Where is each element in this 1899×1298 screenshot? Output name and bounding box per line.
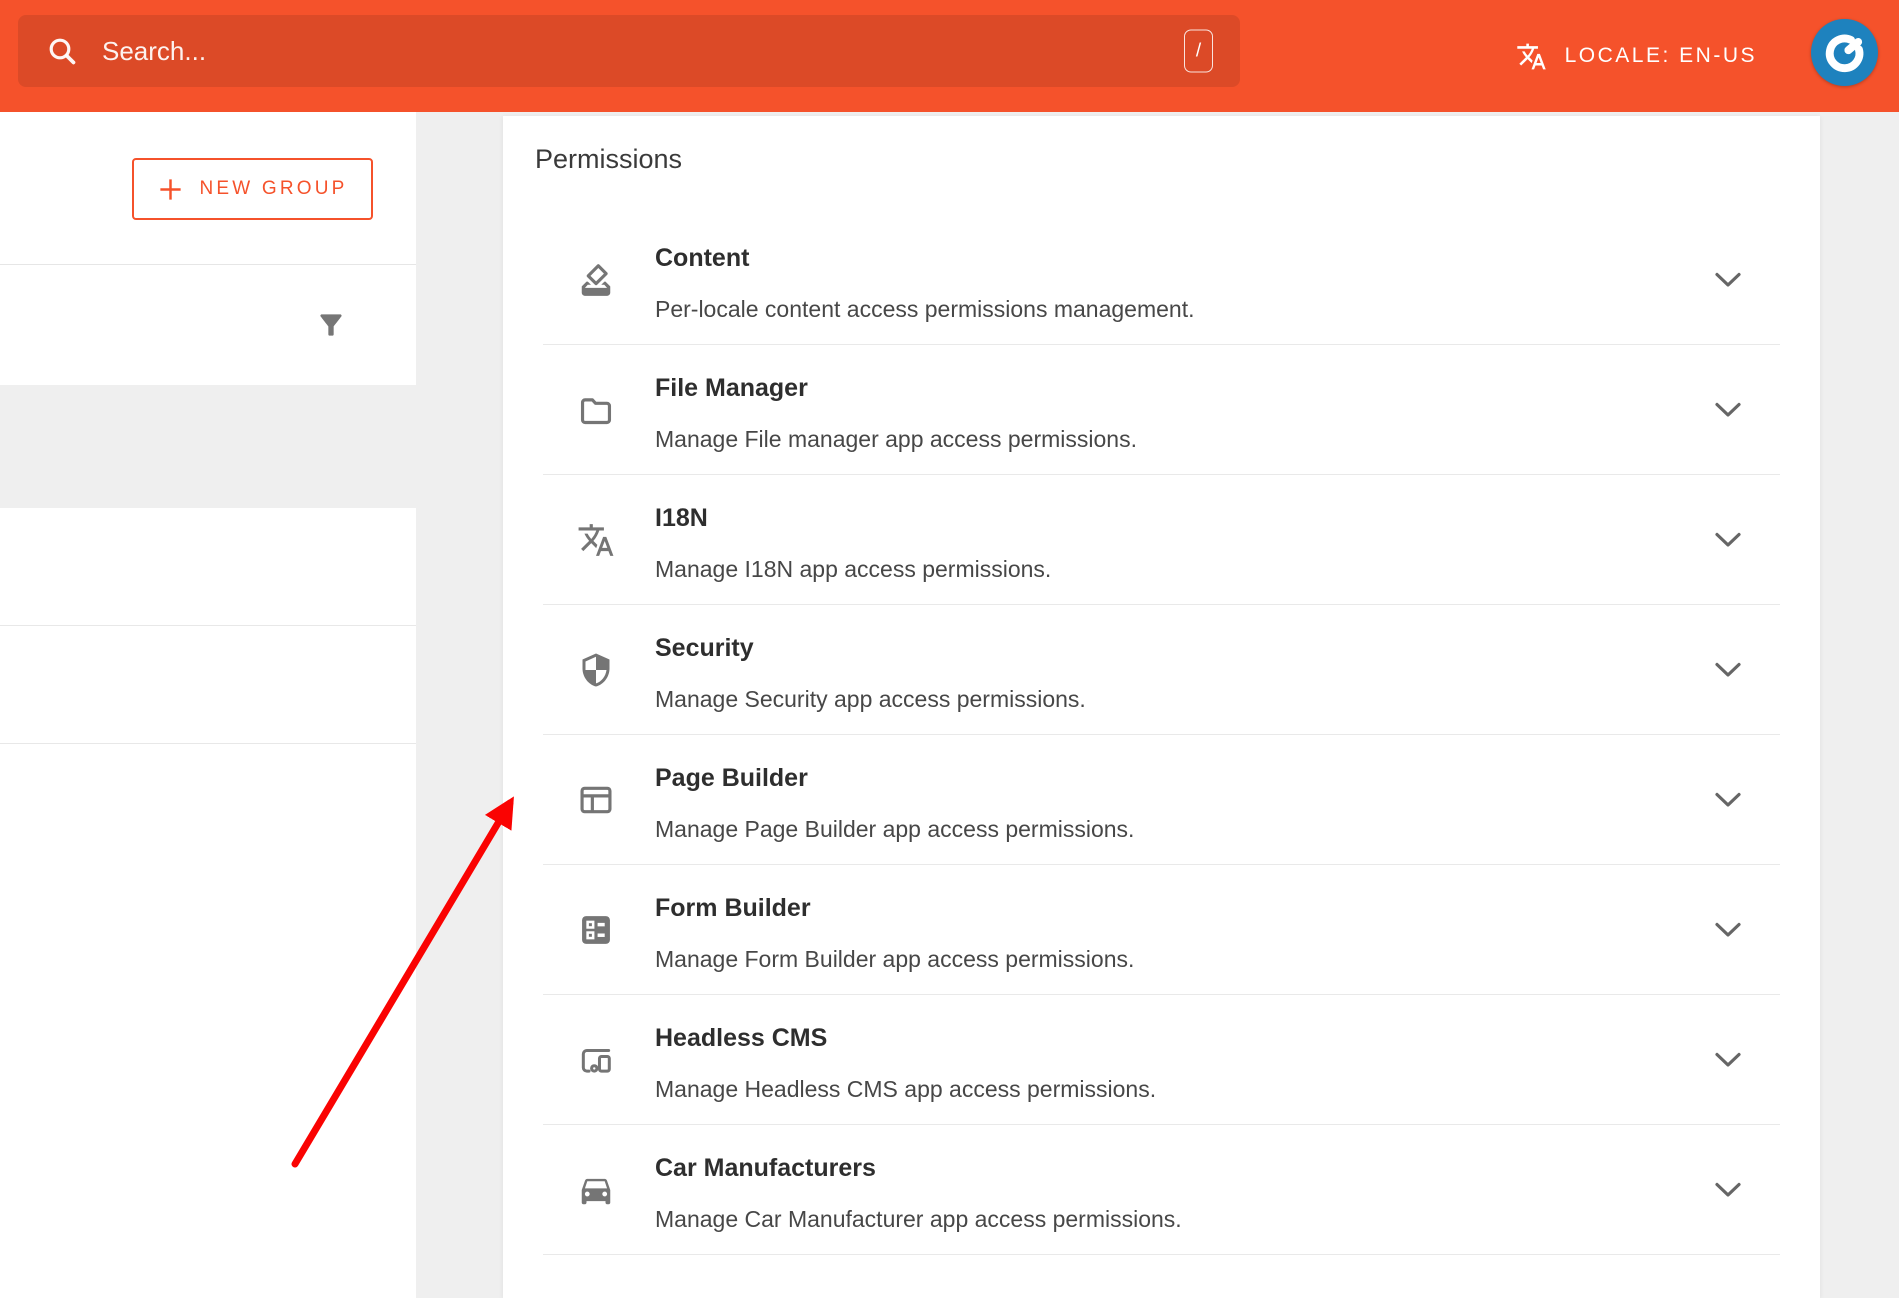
permission-title: I18N	[655, 502, 1680, 534]
slash-shortcut-key: /	[1184, 30, 1213, 73]
permission-description: Manage Page Builder app access permissio…	[655, 815, 1680, 844]
permission-title: Security	[655, 632, 1680, 664]
chevron-down-icon[interactable]	[1714, 532, 1742, 549]
plus-icon	[157, 176, 184, 203]
permission-title: Car Manufacturers	[655, 1152, 1680, 1184]
sidebar-header: NEW GROUP	[0, 112, 416, 265]
permission-row[interactable]: Headless CMS Manage Headless CMS app acc…	[503, 995, 1820, 1125]
permission-title: Page Builder	[655, 762, 1680, 794]
permission-row[interactable]: Content Per-locale content access permis…	[503, 215, 1820, 345]
permission-row[interactable]: I18N Manage I18N app access permissions.	[503, 475, 1820, 605]
folder-icon	[577, 391, 615, 429]
group-filter-row	[0, 265, 416, 385]
permissions-panel: Permissions Content Per-locale content a…	[503, 116, 1820, 1298]
permission-description: Manage I18N app access permissions.	[655, 555, 1680, 584]
permission-title: Content	[655, 242, 1680, 274]
chevron-down-icon[interactable]	[1714, 792, 1742, 809]
permission-title: Form Builder	[655, 892, 1680, 924]
search-input[interactable]	[102, 36, 1212, 67]
group-list-item[interactable]	[0, 626, 416, 744]
locale-label: LOCALE: EN-US	[1565, 44, 1757, 68]
permission-description: Manage Car Manufacturer app access permi…	[655, 1205, 1680, 1234]
permission-title: File Manager	[655, 372, 1680, 404]
user-avatar[interactable]	[1811, 19, 1878, 86]
group-list-item[interactable]	[0, 508, 416, 626]
search-icon	[46, 35, 78, 67]
permission-row[interactable]: File Manager Manage File manager app acc…	[503, 345, 1820, 475]
form-icon	[577, 911, 615, 949]
permission-description: Manage File manager app access permissio…	[655, 425, 1680, 454]
permission-row[interactable]: Form Builder Manage Form Builder app acc…	[503, 865, 1820, 995]
permission-description: Per-locale content access permissions ma…	[655, 295, 1680, 324]
permission-title: Headless CMS	[655, 1022, 1680, 1054]
translate-icon	[1516, 41, 1547, 72]
filter-icon[interactable]	[315, 309, 347, 341]
chevron-down-icon[interactable]	[1714, 662, 1742, 679]
devices-icon	[577, 1041, 615, 1079]
shield-icon	[577, 651, 615, 689]
permission-description: Manage Headless CMS app access permissio…	[655, 1075, 1680, 1104]
page-layout-icon	[577, 781, 615, 819]
group-list-filler	[0, 744, 416, 1297]
permissions-list: Content Per-locale content access permis…	[503, 215, 1820, 1255]
chevron-down-icon[interactable]	[1714, 1182, 1742, 1199]
ballot-box-icon	[577, 261, 615, 299]
gravatar-logo-icon	[1823, 31, 1867, 75]
group-list-item-selected[interactable]	[0, 385, 416, 508]
chevron-down-icon[interactable]	[1714, 272, 1742, 289]
sidebar: NEW GROUP	[0, 112, 416, 1298]
permission-row[interactable]: Car Manufacturers Manage Car Manufacture…	[503, 1125, 1820, 1255]
permission-row[interactable]: Page Builder Manage Page Builder app acc…	[503, 735, 1820, 865]
chevron-down-icon[interactable]	[1714, 922, 1742, 939]
car-icon	[577, 1171, 615, 1209]
translate-icon	[577, 521, 615, 559]
page-title: Permissions	[535, 142, 1820, 176]
permission-description: Manage Form Builder app access permissio…	[655, 945, 1680, 974]
locale-switcher[interactable]: LOCALE: EN-US	[1516, 0, 1757, 112]
new-group-button[interactable]: NEW GROUP	[132, 158, 373, 220]
new-group-label: NEW GROUP	[199, 178, 347, 200]
chevron-down-icon[interactable]	[1714, 1052, 1742, 1069]
chevron-down-icon[interactable]	[1714, 402, 1742, 419]
search-box[interactable]: /	[18, 15, 1240, 87]
top-bar: / LOCALE: EN-US	[0, 0, 1899, 112]
permission-description: Manage Security app access permissions.	[655, 685, 1680, 714]
permission-row[interactable]: Security Manage Security app access perm…	[503, 605, 1820, 735]
